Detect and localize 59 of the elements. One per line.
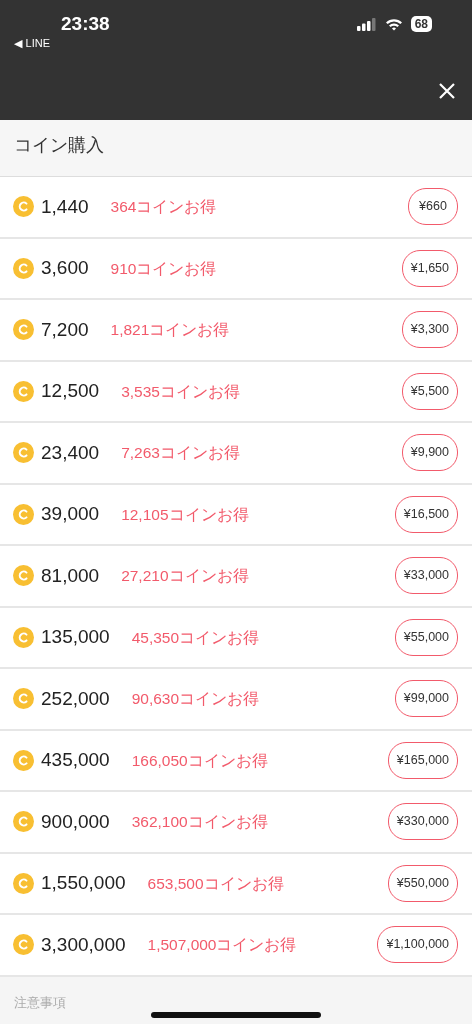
coin-icon [13,688,34,710]
price-button[interactable]: ¥1,650 [401,249,458,287]
bonus-text: 12,105コインお得 [121,504,249,525]
price-button[interactable]: ¥55,000 [394,618,458,656]
coin-amount: 435,000 [41,748,110,772]
coin-amount: 3,600 [41,256,89,280]
bonus-text: 45,350コインお得 [131,627,260,648]
price-button[interactable]: ¥5,500 [401,372,458,410]
price-button[interactable]: ¥165,000 [387,741,458,779]
coin-amount: 1,550,000 [41,871,126,895]
price-button[interactable]: ¥3,300 [401,311,458,349]
coin-amount: 81,000 [41,563,100,588]
coin-icon [13,196,34,218]
coin-icon [13,442,34,464]
signal-icon [356,17,377,31]
price-button[interactable]: ¥9,900 [401,434,458,472]
bonus-text: 1,821コインお得 [110,320,230,341]
bonus-text: 7,263コインお得 [121,443,240,464]
price-button[interactable]: ¥16,500 [394,495,458,533]
page-title: コイン購入 [0,120,472,177]
bonus-text: 3,535コインお得 [121,381,240,402]
bonus-text: 1,507,000コインお得 [147,935,297,956]
coin-amount: 1,440 [41,194,89,219]
coin-amount: 3,300,000 [41,932,126,957]
price-button[interactable]: ¥1,100,000 [377,926,458,964]
bonus-text: 166,050コインお得 [131,750,268,771]
coin-amount: 23,400 [41,440,100,465]
coin-icon [13,565,34,587]
coin-amount: 39,000 [41,502,100,526]
bonus-text: 27,210コインお得 [121,566,249,587]
status-time: 23:38 [61,12,110,36]
coin-amount: 7,200 [41,317,89,342]
coin-amount: 252,000 [41,686,110,711]
coin-icon [13,319,34,341]
coin-icon [13,811,34,833]
coin-icon [13,257,34,279]
coin-icon [13,626,34,648]
coin-icon [13,749,34,771]
coin-icon [13,380,34,402]
price-button[interactable]: ¥660 [408,188,458,226]
price-button[interactable]: ¥99,000 [394,680,458,718]
coin-amount: 135,000 [41,625,110,649]
bonus-text: 362,100コインお得 [131,812,268,833]
bonus-text: 910コインお得 [110,258,217,279]
battery-indicator: 68 [410,16,432,32]
bonus-text: 364コインお得 [110,197,217,218]
price-button[interactable]: ¥33,000 [394,557,458,595]
price-button[interactable]: ¥550,000 [387,864,458,902]
coin-icon [13,503,34,525]
coin-amount: 12,500 [41,379,100,403]
wifi-icon [384,17,403,31]
price-button[interactable]: ¥330,000 [387,803,458,841]
coin-amount: 900,000 [41,809,110,834]
notes-heading: 注意事項 [14,993,67,1012]
coin-icon [13,934,34,956]
bonus-text: 90,630コインお得 [131,689,260,710]
coin-icon [13,872,34,894]
back-to-app-link[interactable]: ◀ LINE [14,36,110,50]
bonus-text: 653,500コインお得 [147,873,284,894]
